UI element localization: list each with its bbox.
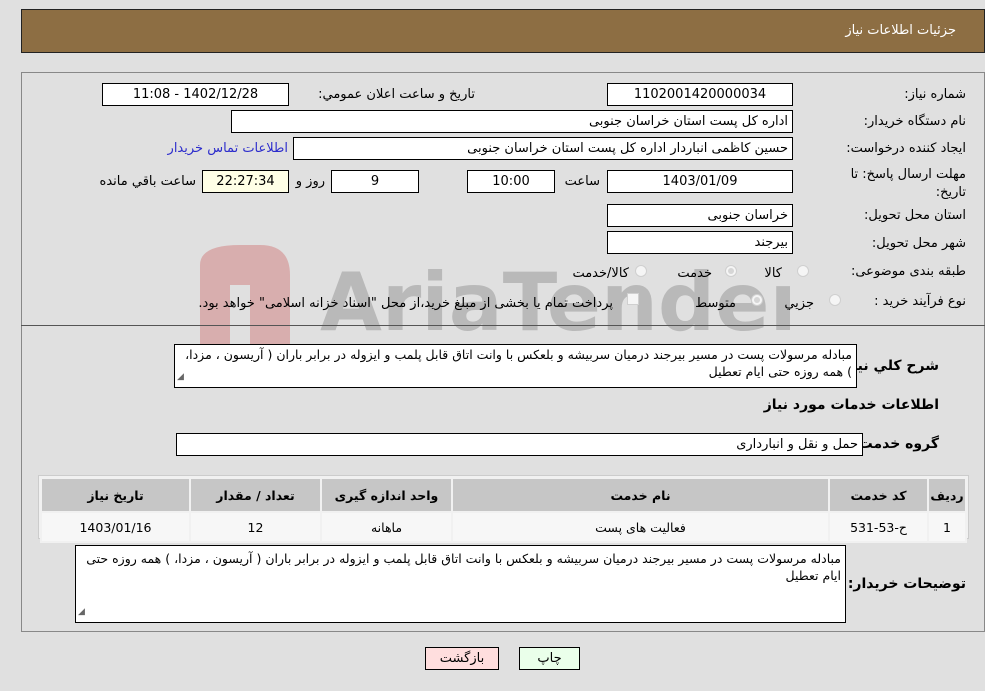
cell-date: 1403/01/16 — [40, 511, 191, 543]
col-code: كد خدمت — [828, 477, 929, 513]
service-group-field: حمل و نقل و انبارداری — [176, 433, 863, 456]
cell-code: ح-53-531 — [828, 511, 929, 543]
col-row: رديف — [927, 477, 967, 513]
category-option-service: خدمت — [677, 266, 712, 281]
buyer-org-field: اداره کل پست استان خراسان جنوبی — [231, 110, 793, 133]
announce-datetime-field: 1402/12/28 - 11:08 — [102, 83, 289, 106]
col-date: تاريخ نياز — [40, 477, 191, 513]
requester-field: حسین کاظمی انباردار اداره کل پست استان خ… — [293, 137, 793, 160]
deadline-time-label: ساعت — [564, 174, 600, 189]
days-label: روز و — [295, 174, 325, 189]
category-option-goods: کالا — [764, 266, 782, 281]
general-description-text: مبادله مرسولات پست در مسیر بیرجند درمیان… — [185, 347, 852, 379]
print-button[interactable]: چاپ — [519, 647, 580, 670]
process-option-minor: جزيي — [784, 296, 814, 311]
buyer-contact-link[interactable]: اطلاعات تماس خريدار — [168, 141, 288, 156]
services-table: رديف كد خدمت نام خدمت واحد اندازه گيری ت… — [40, 477, 967, 543]
process-radio-medium[interactable] — [751, 294, 763, 306]
buyer-notes-label: توضيحات خريدار: — [847, 576, 966, 592]
page-title: جزئيات اطلاعات نياز — [845, 23, 956, 38]
section-divider — [21, 325, 985, 326]
category-label: طبقه بندی موضوعی: — [850, 264, 966, 279]
category-option-goods-service: کالا/خدمت — [572, 266, 629, 281]
page-header: جزئيات اطلاعات نياز — [21, 9, 985, 53]
remaining-days-field: 9 — [331, 170, 419, 193]
treasury-checkbox[interactable] — [627, 293, 639, 305]
col-qty: تعداد / مقدار — [189, 477, 322, 513]
delivery-city-field: بیرجند — [607, 231, 793, 254]
table-row: 1 ح-53-531 فعالیت های پست ماهانه 12 1403… — [40, 511, 967, 543]
remaining-time-label: ساعت باقي مانده — [99, 174, 196, 189]
need-number-field: 1102001420000034 — [607, 83, 793, 106]
general-description-textarea[interactable]: مبادله مرسولات پست در مسیر بیرجند درمیان… — [174, 344, 857, 388]
category-radio-goods-service[interactable] — [635, 265, 647, 277]
back-button[interactable]: بازگشت — [425, 647, 499, 670]
requester-label: ايجاد کننده درخواست: — [846, 141, 966, 156]
services-section-title: اطلاعات خدمات مورد نياز — [763, 397, 939, 413]
buyer-org-label: نام دستگاه خريدار: — [863, 114, 966, 129]
resize-grip-icon[interactable]: ◢ — [78, 604, 85, 621]
delivery-city-label: شهر محل تحويل: — [871, 236, 966, 251]
delivery-province-label: استان محل تحويل: — [864, 208, 966, 223]
deadline-date-field: 1403/01/09 — [607, 170, 793, 193]
col-unit: واحد اندازه گيری — [320, 477, 453, 513]
deadline-label: مهلت ارسال پاسخ: تا تاريخ: — [850, 167, 966, 200]
remaining-time-field: 22:27:34 — [202, 170, 289, 193]
process-option-medium: متوسط — [695, 296, 736, 311]
cell-unit: ماهانه — [320, 511, 453, 543]
announce-datetime-label: تاريخ و ساعت اعلان عمومي: — [318, 87, 475, 102]
need-number-label: شماره نياز: — [904, 87, 966, 102]
resize-grip-icon[interactable]: ◢ — [177, 369, 184, 386]
service-group-label: گروه خدمت: — [853, 436, 939, 452]
buyer-notes-textarea[interactable]: مبادله مرسولات پست در مسیر بیرجند درمیان… — [75, 545, 846, 623]
treasury-note: پرداخت تمام يا بخشی از مبلغ خريد،از محل … — [198, 296, 613, 311]
services-table-header: رديف كد خدمت نام خدمت واحد اندازه گيری ت… — [40, 477, 967, 513]
process-type-label: نوع فرآيند خريد : — [874, 294, 966, 309]
cell-name: فعالیت های پست — [451, 511, 830, 543]
delivery-province-field: خراسان جنوبی — [607, 204, 793, 227]
cell-row: 1 — [927, 511, 967, 543]
col-name: نام خدمت — [451, 477, 830, 513]
category-radio-goods[interactable] — [797, 265, 809, 277]
buyer-notes-text: مبادله مرسولات پست در مسیر بیرجند درمیان… — [86, 551, 841, 583]
cell-qty: 12 — [189, 511, 322, 543]
category-radio-service[interactable] — [725, 265, 737, 277]
deadline-time-field: 10:00 — [467, 170, 555, 193]
process-radio-minor[interactable] — [829, 294, 841, 306]
